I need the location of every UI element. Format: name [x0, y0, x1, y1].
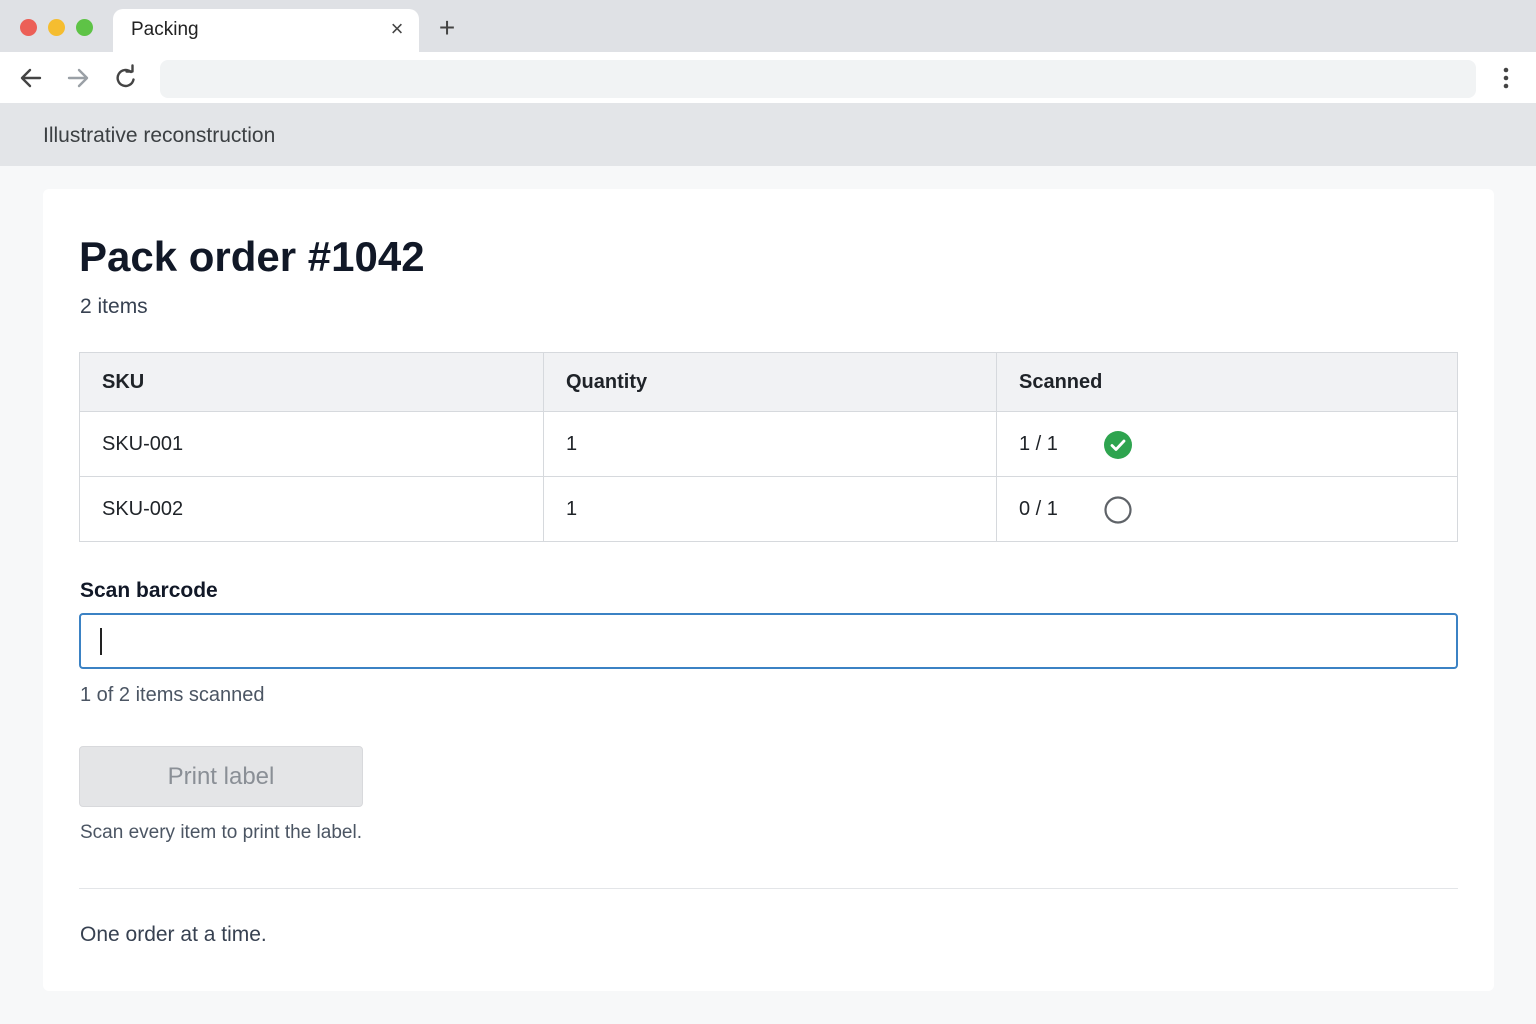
packing-card: Pack order #1042 2 items SKU Quantity Sc…: [43, 189, 1494, 991]
table-row: SKU-002 1 0 / 1: [79, 476, 1458, 542]
browser-toolbar: [0, 52, 1536, 104]
tab-title: Packing: [131, 19, 199, 40]
more-options-icon[interactable]: [1494, 64, 1518, 92]
scanned-count: 0 / 1: [1019, 497, 1058, 520]
reload-icon[interactable]: [112, 64, 140, 92]
divider: [79, 888, 1458, 889]
footer-note: One order at a time.: [80, 923, 267, 946]
items-table: SKU Quantity Scanned SKU-001 1 1 / 1 SKU…: [79, 352, 1458, 542]
scan-progress-text: 1 of 2 items scanned: [80, 684, 265, 706]
barcode-input[interactable]: [79, 613, 1458, 669]
item-count: 2 items: [80, 295, 148, 318]
print-help-text: Scan every item to print the label.: [80, 822, 362, 843]
quantity-cell: 1: [543, 476, 997, 542]
column-header-quantity: Quantity: [543, 352, 997, 412]
scanned-cell: 0 / 1: [996, 476, 1458, 542]
back-arrow-icon[interactable]: [17, 64, 45, 92]
scan-barcode-label: Scan barcode: [80, 579, 218, 602]
text-caret: [100, 628, 102, 655]
scanned-count: 1 / 1: [1019, 432, 1058, 455]
column-header-scanned: Scanned: [996, 352, 1458, 412]
maximize-window-button[interactable]: [76, 19, 93, 36]
scanned-cell: 1 / 1: [996, 411, 1458, 477]
browser-tab[interactable]: Packing ×: [113, 9, 419, 52]
close-icon[interactable]: ×: [385, 17, 409, 41]
quantity-cell: 1: [543, 411, 997, 477]
address-bar[interactable]: [160, 60, 1476, 98]
minimize-window-button[interactable]: [48, 19, 65, 36]
banner-text: Illustrative reconstruction: [43, 124, 276, 147]
plus-icon[interactable]: +: [434, 14, 460, 42]
column-header-sku: SKU: [79, 352, 544, 412]
close-window-button[interactable]: [20, 19, 37, 36]
check-circle-icon: [1104, 431, 1132, 459]
page-banner: Illustrative reconstruction: [0, 104, 1536, 166]
table-header-row: SKU Quantity Scanned: [79, 352, 1458, 412]
print-label-button[interactable]: Print label: [79, 746, 363, 807]
page-title: Pack order #1042: [79, 233, 425, 280]
sku-cell: SKU-002: [79, 476, 544, 542]
forward-arrow-icon[interactable]: [64, 64, 92, 92]
sku-cell: SKU-001: [79, 411, 544, 477]
table-row: SKU-001 1 1 / 1: [79, 411, 1458, 477]
browser-tab-bar: Packing × +: [0, 0, 1536, 52]
empty-circle-icon: [1104, 496, 1132, 524]
